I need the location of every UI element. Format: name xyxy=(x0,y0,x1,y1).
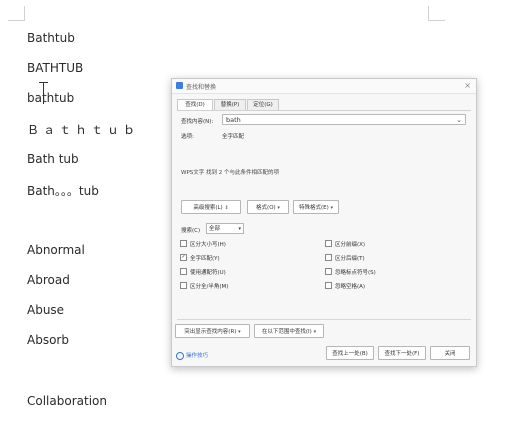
search-status: WPS文字 找到 2 个与此条件相匹配的项 xyxy=(181,170,279,176)
search-direction-value: 全部 xyxy=(209,226,221,232)
text-cursor xyxy=(43,82,44,104)
format-button-label: 格式(O) xyxy=(256,205,276,211)
chevron-down-icon[interactable]: ⌄ xyxy=(456,115,462,126)
search-direction-label: 搜索(C) xyxy=(181,228,201,234)
doc-line: Abnormal xyxy=(27,243,85,257)
doc-line: BATHTUB xyxy=(27,61,84,75)
doc-line: Absorb xyxy=(27,333,69,347)
more-button[interactable]: 高级搜索(L) ⇕ xyxy=(181,200,241,214)
doc-line: bathtub xyxy=(27,91,75,105)
checkbox-match-prefix[interactable]: 区分前缀(X) xyxy=(325,240,366,249)
checkbox-label: 全字匹配(Y) xyxy=(190,256,220,262)
checkbox-label: 忽略标点符号(S) xyxy=(335,270,376,276)
find-input[interactable]: bath ⌄ xyxy=(222,114,466,125)
checkmark-icon[interactable]: ✓ xyxy=(180,254,187,261)
checkbox-label: 使用通配符(U) xyxy=(190,270,226,276)
special-format-label: 特殊格式(E) xyxy=(298,205,329,211)
checkbox-ignore-spaces[interactable]: 忽略空格(A) xyxy=(325,282,366,291)
find-in-button-label: 在以下范围中查找(I) xyxy=(261,329,312,335)
tab-replace[interactable]: 替换(P) xyxy=(214,99,246,110)
caret-down-icon: ▾ xyxy=(330,205,334,211)
search-direction-select[interactable]: 全部 ▾ xyxy=(206,223,244,234)
checkbox-match-suffix[interactable]: 区分后缀(T) xyxy=(325,254,365,263)
wps-app-icon xyxy=(176,82,183,89)
checkbox-box[interactable] xyxy=(325,240,332,247)
dialog-separator xyxy=(177,319,471,320)
checkbox-label: 区分前缀(X) xyxy=(335,242,366,248)
checkbox-label: 忽略空格(A) xyxy=(335,284,366,290)
doc-line: Bathtub xyxy=(27,31,75,45)
dialog-titlebar[interactable]: 查找和替换 × xyxy=(172,79,476,94)
page-corner-mark xyxy=(8,6,25,21)
checkbox-box[interactable] xyxy=(180,282,187,289)
dialog-title: 查找和替换 xyxy=(186,84,217,91)
checkbox-box[interactable] xyxy=(180,240,187,247)
doc-line: Collaboration xyxy=(27,394,107,408)
checkbox-label: 区分大小写(H) xyxy=(190,242,226,248)
format-button[interactable]: 格式(O) ▾ xyxy=(247,200,289,214)
close-icon[interactable]: × xyxy=(464,81,471,90)
checkbox-wildcards[interactable]: 使用通配符(U) xyxy=(180,268,226,277)
checkbox-box[interactable] xyxy=(325,268,332,275)
caret-down-icon: ▾ xyxy=(238,226,241,232)
doc-line: Abroad xyxy=(27,273,70,287)
lightbulb-icon: ◦ xyxy=(176,351,184,360)
checkbox-box[interactable] xyxy=(325,282,332,289)
checkbox-ignore-punctuation[interactable]: 忽略标点符号(S) xyxy=(325,268,376,277)
checkbox-box[interactable] xyxy=(325,254,332,261)
tab-divider xyxy=(177,110,471,111)
find-next-button[interactable]: 查找下一处(F) xyxy=(378,346,426,360)
find-replace-dialog: 查找和替换 × 查找(D) 替换(P) 定位(G) 查找内容(N): bath … xyxy=(171,78,477,367)
find-input-value: bath xyxy=(226,116,241,124)
find-previous-button[interactable]: 查找上一处(B) xyxy=(326,346,374,360)
more-button-label: 高级搜索(L) xyxy=(193,205,223,211)
double-chevron-icon: ⇕ xyxy=(224,205,229,211)
checkbox-match-case[interactable]: 区分大小写(H) xyxy=(180,240,226,249)
tips-link-label: 操作技巧 xyxy=(186,353,209,359)
doc-line: Abuse xyxy=(27,303,65,317)
checkbox-label: 区分全/半角(M) xyxy=(190,284,229,290)
caret-down-icon: ▾ xyxy=(277,205,280,211)
highlight-button-label: 突出显示查找内容(R) xyxy=(184,329,237,335)
caret-down-icon: ▾ xyxy=(313,329,317,335)
find-in-range-button[interactable]: 在以下范围中查找(I) ▾ xyxy=(254,324,324,338)
caret-down-icon: ▾ xyxy=(238,329,241,335)
page-corner-mark xyxy=(428,6,445,21)
special-format-button[interactable]: 特殊格式(E) ▾ xyxy=(293,200,339,214)
checkbox-box[interactable] xyxy=(180,268,187,275)
find-label: 查找内容(N): xyxy=(181,119,214,125)
doc-line: Bath。。。tub xyxy=(27,184,99,198)
tab-goto[interactable]: 定位(G) xyxy=(247,99,279,110)
doc-line: Ｂａｔｈｔｕｂ xyxy=(27,123,140,137)
highlight-results-button[interactable]: 突出显示查找内容(R) ▾ xyxy=(175,324,250,338)
options-value: 全字匹配 xyxy=(222,134,245,140)
checkbox-whole-word[interactable]: ✓ 全字匹配(Y) xyxy=(180,254,220,263)
doc-line: Bath tub xyxy=(27,152,79,166)
close-button[interactable]: 关闭 xyxy=(430,346,470,360)
tips-link[interactable]: ◦ 操作技巧 xyxy=(176,351,208,360)
checkbox-label: 区分后缀(T) xyxy=(335,256,365,262)
options-label: 选项: xyxy=(181,134,194,140)
checkbox-full-half-width[interactable]: 区分全/半角(M) xyxy=(180,282,229,291)
